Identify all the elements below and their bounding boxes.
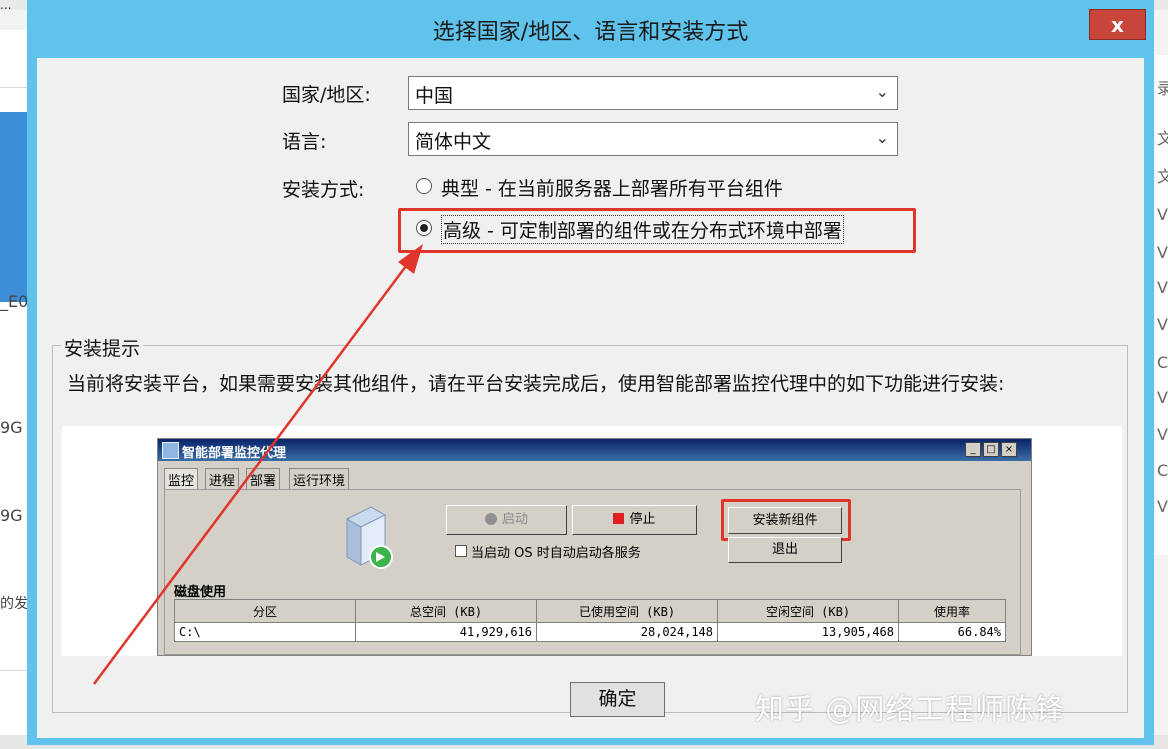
background-right-text: V: [1157, 388, 1168, 407]
background-right-text: V: [1157, 278, 1168, 297]
embedded-tab-monitor: 监控: [164, 468, 199, 489]
background-right-text: V: [1157, 425, 1168, 444]
disk-usage-table: 分区 总空间 (KB) 已使用空间 (KB) 空闲空间 (KB) 使用率 C:\…: [174, 599, 1006, 642]
embedded-tab-process: 进程: [205, 468, 240, 489]
language-value: 简体中文: [415, 131, 492, 153]
watermark: 知乎 @网络工程师陈锋: [755, 692, 1066, 726]
background-right-panel: 录 文 文 V V V V C V V C V: [1155, 55, 1168, 555]
dialog-body: 国家/地区: 中国 ⌄ 语言: 简体中文 ⌄ 安装方式: 典型 - 在当前服务器…: [37, 58, 1144, 738]
country-select[interactable]: 中国 ⌄: [408, 76, 898, 110]
background-right-text: V: [1157, 243, 1168, 262]
embedded-title: 智能部署监控代理: [182, 446, 287, 461]
background-left-text: 9G: [0, 418, 23, 437]
dialog-title: 选择国家/地区、语言和安装方式: [432, 20, 749, 45]
close-icon: ×: [1001, 442, 1017, 457]
country-label: 国家/地区:: [282, 84, 371, 106]
annotation-highlight-box: [721, 499, 851, 541]
background-right-text: 文: [1157, 167, 1168, 186]
background-left-text: _E0: [0, 292, 29, 311]
background-divider: [0, 87, 27, 88]
start-icon: [484, 513, 497, 525]
install-mode-label: 安装方式:: [282, 179, 365, 201]
dialog-titlebar[interactable]: 选择国家/地区、语言和安装方式 x: [27, 0, 1154, 58]
language-label: 语言:: [282, 131, 327, 153]
background-left-text: 的发: [0, 596, 28, 612]
background-right-text: V: [1157, 497, 1168, 516]
chevron-down-icon: ⌄: [875, 82, 889, 101]
background-left-text: 9G: [0, 506, 23, 525]
column-header: 已使用空间 (KB): [536, 599, 718, 623]
language-select[interactable]: 简体中文 ⌄: [408, 122, 898, 156]
maximize-icon: □: [983, 442, 999, 457]
start-button-label: 启动: [501, 512, 528, 527]
exit-button: 退出: [728, 537, 842, 563]
autostart-label: 当启动 OS 时自动启动各服务: [471, 546, 641, 561]
background-right-text: 录: [1157, 79, 1168, 98]
chevron-down-icon: ⌄: [875, 128, 889, 147]
install-tip-title: 安装提示: [61, 334, 144, 361]
table-header-row: 分区 总空间 (KB) 已使用空间 (KB) 空闲空间 (KB) 使用率: [174, 599, 1006, 623]
server-icon: [345, 506, 393, 569]
tip-screenshot-panel: 智能部署监控代理 _ □ × 监控 进程 部署 运行环境 启动 停止 安装新组件…: [62, 426, 1122, 656]
disk-usage-label: 磁盘使用: [174, 585, 227, 600]
embedded-titlebar: 智能部署监控代理 _ □ ×: [158, 439, 1031, 461]
background-blue-block: [0, 112, 27, 302]
typical-radio[interactable]: [416, 178, 432, 194]
embedded-tab-deploy: 部署: [246, 468, 281, 489]
table-cell: 66.84%: [898, 622, 1006, 642]
autostart-checkbox: [455, 545, 467, 557]
stop-icon: [613, 513, 625, 524]
background-right-text: V: [1157, 315, 1168, 334]
background-right-text: 文: [1157, 129, 1168, 148]
table-row: C:\ 41,929,616 28,024,148 13,905,468 66.…: [174, 622, 1006, 642]
background-left-panel: _E0 9G 9G 的发: [0, 30, 28, 749]
table-cell: 13,905,468: [717, 622, 899, 642]
embedded-agent-window: 智能部署监控代理 _ □ × 监控 进程 部署 运行环境 启动 停止 安装新组件…: [157, 438, 1032, 656]
column-header: 总空间 (KB): [355, 599, 537, 623]
stop-button: 停止: [572, 505, 697, 535]
table-cell: C:\: [174, 622, 356, 642]
install-dialog: 选择国家/地区、语言和安装方式 x 国家/地区: 中国 ⌄ 语言: 简体中文 ⌄…: [27, 0, 1154, 745]
column-header: 空闲空间 (KB): [717, 599, 899, 623]
start-button: 启动: [446, 505, 567, 535]
column-header: 分区: [174, 599, 356, 623]
stop-button-label: 停止: [629, 512, 656, 527]
background-right-text: C: [1157, 461, 1168, 480]
typical-option-label[interactable]: 典型 - 在当前服务器上部署所有平台组件: [441, 174, 783, 201]
install-tip-text: 当前将安装平台，如果需要安装其他组件，请在平台安装完成后，使用智能部署监控代理中…: [67, 373, 1005, 395]
minimize-icon: _: [965, 442, 981, 457]
table-cell: 28,024,148: [536, 622, 718, 642]
country-value: 中国: [415, 85, 454, 107]
column-header: 使用率: [898, 599, 1006, 623]
background-right-text: V: [1157, 205, 1168, 224]
ok-button[interactable]: 确定: [570, 682, 665, 717]
background-right-text: C: [1157, 353, 1168, 372]
background-divider: [0, 670, 27, 671]
background-topbar-text: ...: [0, 0, 12, 10]
table-cell: 41,929,616: [355, 622, 537, 642]
close-button[interactable]: x: [1089, 9, 1146, 40]
embedded-tab-environment: 运行环境: [289, 468, 350, 489]
app-icon: [162, 442, 179, 459]
annotation-highlight-box: [398, 208, 916, 253]
